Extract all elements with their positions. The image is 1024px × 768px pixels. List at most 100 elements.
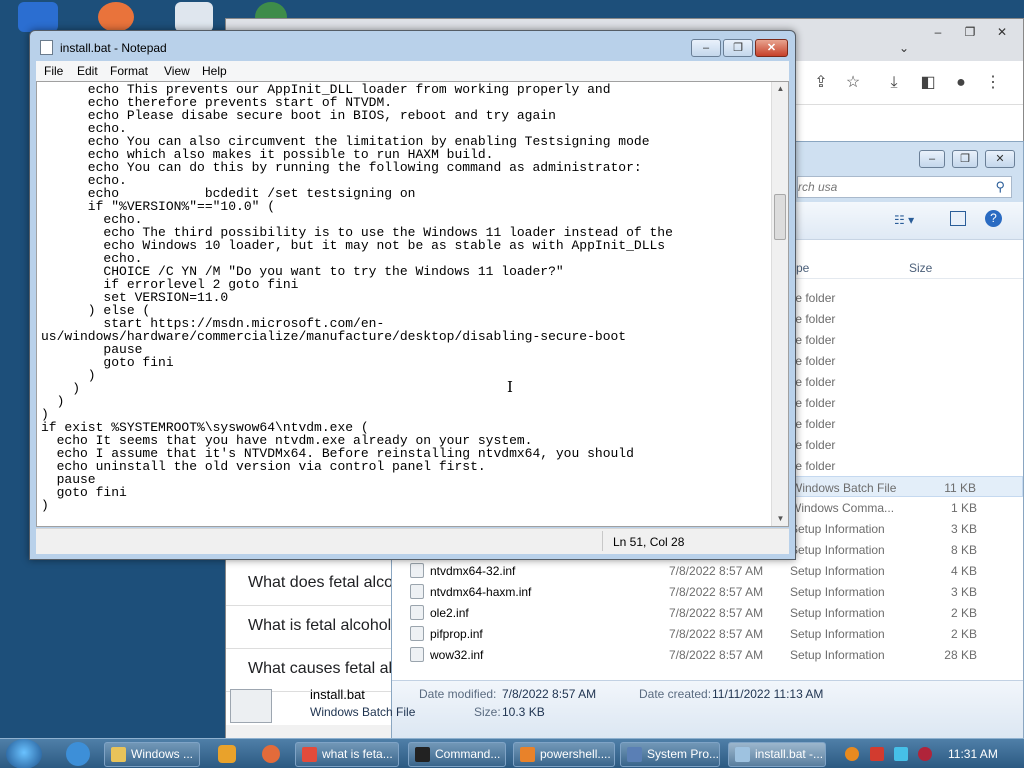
file-type: ile folder: [790, 333, 836, 347]
search-input[interactable]: rch usa ⚲: [797, 176, 1012, 198]
file-row[interactable]: ntvdmx64-haxm.inf 7/8/2022 8:57 AM Setup I…: [392, 581, 1023, 602]
file-type: ile folder: [790, 417, 836, 431]
clock[interactable]: 11:31 AM: [948, 747, 998, 761]
file-row[interactable]: wow32.inf 7/8/2022 8:57 AM Setup Informati…: [392, 644, 1023, 665]
search-tray-icon[interactable]: [845, 747, 859, 761]
file-row[interactable]: ntvdmx64-32.inf 7/8/2022 8:57 AM Setup Inf…: [392, 560, 1023, 581]
editor-content[interactable]: echo This prevents our AppInit_DLL loade…: [41, 83, 673, 512]
maximize-icon[interactable]: ❐: [956, 25, 984, 43]
file-row[interactable]: pifprop.inf 7/8/2022 8:57 AM Setup Informa…: [392, 623, 1023, 644]
cursor-position: Ln 51, Col 28: [613, 535, 685, 549]
created-value: 11/11/2022 11:13 AM: [712, 687, 824, 701]
sidebar-icon[interactable]: ◧: [918, 73, 938, 93]
menu-help[interactable]: Help: [202, 64, 227, 78]
details-filename: install.bat: [310, 687, 365, 702]
file-size: 4 KB: [950, 564, 977, 578]
search-question[interactable]: What is fetal alcohol sync: [226, 607, 429, 649]
file-type: ile folder: [790, 291, 836, 305]
taskbar-task[interactable]: Windows ...: [104, 742, 200, 767]
menu-format[interactable]: Format: [110, 64, 148, 78]
help-icon[interactable]: ?: [985, 210, 1002, 227]
search-question[interactable]: What causes fetal alcoho: [226, 650, 427, 692]
task-app-icon: [111, 747, 126, 762]
menu-view[interactable]: View: [164, 64, 190, 78]
menu-bar: File Edit Format View Help: [36, 61, 789, 81]
desktop-icon[interactable]: [175, 2, 213, 32]
preview-pane-icon[interactable]: [950, 211, 966, 226]
star-icon[interactable]: ☆: [843, 73, 863, 93]
share-icon[interactable]: ⇪: [811, 73, 831, 93]
task-label: Windows ...: [131, 747, 194, 761]
taskbar-task[interactable]: what is feta...: [295, 742, 399, 767]
mouse-cursor-icon: I: [507, 378, 513, 396]
download-icon[interactable]: ⤓: [884, 73, 904, 93]
file-icon: [410, 605, 424, 620]
chevron-down-icon[interactable]: ⌄: [890, 41, 918, 59]
close-button[interactable]: ✕: [985, 150, 1015, 168]
file-size: 1 KB: [950, 501, 977, 515]
close-icon[interactable]: ✕: [988, 25, 1016, 43]
file-name: wow32.inf: [430, 648, 484, 662]
file-size: 3 KB: [950, 585, 977, 599]
menu-file[interactable]: File: [44, 64, 63, 78]
taskbar-task[interactable]: System Pro...: [620, 742, 720, 767]
task-app-icon: [520, 747, 535, 762]
column-size[interactable]: Size: [909, 261, 932, 275]
details-pane: install.bat Windows Batch File Date modi…: [230, 680, 1023, 740]
minimize-icon[interactable]: –: [924, 25, 952, 43]
flag-tray-icon[interactable]: [870, 747, 884, 761]
task-app-icon: [627, 747, 642, 762]
file-type: Setup Information: [790, 564, 885, 578]
file-type: ile folder: [790, 396, 836, 410]
minimize-button[interactable]: –: [691, 39, 721, 57]
file-type: Setup Information: [790, 543, 885, 557]
file-type: Setup Information: [790, 627, 885, 641]
minimize-button[interactable]: –: [919, 150, 945, 168]
view-options-icon[interactable]: ☷ ▾: [894, 213, 914, 227]
scroll-up-icon[interactable]: ▲: [772, 82, 788, 96]
file-name: ntvdmx64-32.inf: [430, 564, 516, 578]
start-button[interactable]: [6, 739, 42, 768]
menu-icon[interactable]: ⋮: [983, 73, 1003, 93]
desktop-icon[interactable]: [98, 2, 134, 32]
text-editor[interactable]: echo This prevents our AppInit_DLL loade…: [36, 81, 789, 527]
profile-icon[interactable]: ●: [951, 73, 971, 93]
paint-icon[interactable]: [262, 745, 280, 763]
task-label: install.bat -...: [755, 747, 824, 761]
maximize-button[interactable]: ❐: [723, 39, 753, 57]
media-player-icon[interactable]: [218, 745, 236, 763]
file-type: Setup Information: [790, 648, 885, 662]
file-type: ile folder: [790, 312, 836, 326]
modified-value: 7/8/2022 8:57 AM: [502, 687, 597, 701]
file-date: 7/8/2022 8:57 AM: [669, 585, 764, 599]
created-label: Date created:: [639, 687, 712, 701]
menu-edit[interactable]: Edit: [77, 64, 98, 78]
taskbar-task[interactable]: powershell....: [513, 742, 615, 767]
scroll-down-icon[interactable]: ▼: [772, 512, 788, 526]
network-tray-icon[interactable]: [894, 747, 908, 761]
file-date: 7/8/2022 8:57 AM: [669, 606, 764, 620]
file-size: 8 KB: [950, 543, 977, 557]
file-date: 7/8/2022 8:57 AM: [669, 648, 764, 662]
file-type: Setup Information: [790, 585, 885, 599]
notepad-icon: [40, 40, 53, 55]
search-question[interactable]: What does fetal alcohol s: [226, 564, 427, 606]
status-divider: [602, 531, 603, 551]
file-icon: [410, 584, 424, 599]
volume-tray-icon[interactable]: [918, 747, 932, 761]
maximize-button[interactable]: ❐: [952, 150, 978, 168]
file-size: 2 KB: [950, 627, 977, 641]
taskbar-task[interactable]: install.bat -...: [728, 742, 826, 767]
desktop-icon[interactable]: [18, 2, 58, 32]
file-row[interactable]: ole2.inf 7/8/2022 8:57 AM Setup Informatio…: [392, 602, 1023, 623]
close-button[interactable]: ✕: [755, 39, 788, 57]
search-icon[interactable]: ⚲: [995, 179, 1005, 195]
status-bar: Ln 51, Col 28: [36, 528, 789, 554]
taskbar-task[interactable]: Command...: [408, 742, 506, 767]
vertical-scrollbar[interactable]: ▲ ▼: [771, 82, 788, 526]
scrollbar-thumb[interactable]: [774, 194, 786, 240]
file-icon: [410, 563, 424, 578]
modified-label: Date modified:: [419, 687, 497, 701]
ie-icon[interactable]: [66, 742, 90, 766]
notepad-window[interactable]: install.bat - Notepad – ❐ ✕ File Edit Fo…: [29, 30, 796, 560]
